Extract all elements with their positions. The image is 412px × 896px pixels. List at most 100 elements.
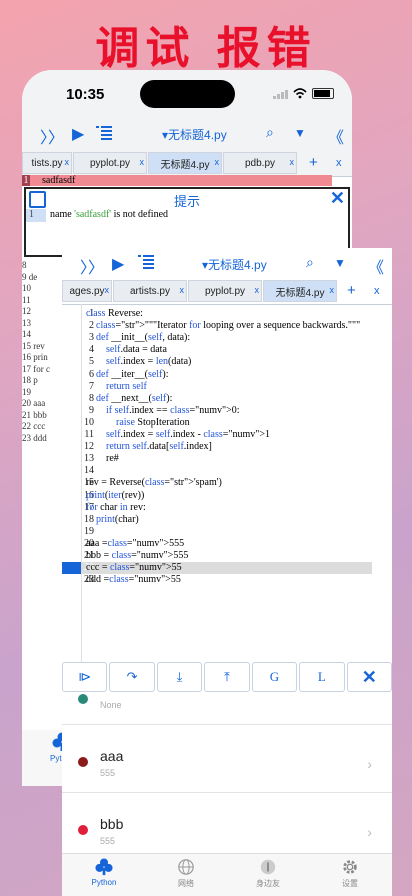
line-text: re# [86,453,119,465]
line-text: class Reverse: [86,308,143,319]
tab-untitled4[interactable]: 无标题4.py x [148,152,222,174]
close-all-icon[interactable]: x [336,157,342,169]
front-phone-screen: 〉〉 ▶ ▾无标题4.py ⌕ ▼ 《 ages.py x artists.py x… [62,248,392,896]
list-item[interactable]: aaa 555 › [62,724,392,793]
error-prompt-dialog: 提示 ✕ 1 name 'sadfasdf' is not defined [24,187,350,257]
close-icon[interactable]: x [105,285,110,295]
tab-artists[interactable]: artists.py x [113,280,187,302]
line-text: bbb = class="numv">555 [86,550,189,561]
python-icon [95,858,113,876]
close-icon[interactable]: x [255,285,260,295]
step-down-button[interactable]: ⤓ [156,662,203,692]
variable-value: 555 [100,768,116,778]
line-text: rev = Reverse(class="str">'spam') [86,477,222,489]
close-icon[interactable]: x [65,157,70,167]
tab-label: tists.py [31,157,63,169]
collapse-icon[interactable]: 《 [368,254,384,278]
close-icon[interactable]: x [215,157,220,167]
code-line: 4 self.data = data [62,344,372,356]
code-line: 23 ddd =class="numv">55 [62,574,372,586]
prompt-line-number: 1 [26,209,46,222]
tab-artists[interactable]: tists.py x [22,152,72,174]
triangle-down-icon[interactable]: ▼ [334,256,346,270]
code-line: 16 print(iter(rev)) [62,490,372,502]
variable-dot [78,825,88,835]
close-icon[interactable]: x [290,157,295,167]
globals-button[interactable]: G [251,662,298,692]
close-icon: ✕ [361,666,377,687]
search-icon[interactable]: ⌕ [266,124,274,141]
debug-toolbar: ⧐ ↷ ⤓ ⤒ G L ✕ [62,662,392,694]
triangle-down-icon[interactable]: ▼ [294,126,306,140]
line-number: 19 [84,525,94,537]
close-icon[interactable]: ✕ [330,188,345,209]
tab-nearby[interactable]: 身边友 [238,858,298,889]
code-line: 10 [22,283,31,293]
code-editor[interactable]: 1 class Reverse: 2 class="str">"""Iterator… [62,304,392,674]
line-text: return self.data[self.index] [106,441,212,453]
close-icon[interactable]: x [180,285,185,295]
tab-pyplot[interactable]: pyplot.py x [73,152,147,174]
close-all-icon[interactable]: x [374,285,380,297]
code-line: 11 self.index = self.index - class="numv… [62,429,372,441]
list-icon[interactable] [138,255,154,269]
tab-python-label[interactable]: Pyt [50,754,62,763]
tab-pyplot[interactable]: pyplot.py x [188,280,262,302]
status-icons [273,88,334,99]
battery-icon [312,88,334,99]
line-text: def __next__(self): [96,392,173,404]
list-icon[interactable] [96,126,112,140]
filename-label[interactable]: ▾无标题4.py [202,256,267,273]
tab-python[interactable]: Python [74,858,134,887]
code-line: 19 [22,386,31,397]
tab-untitled4[interactable]: 无标题4.py x [263,280,337,302]
tab-network[interactable]: 网络 [156,858,216,889]
step-into-icon: ⧐ [78,669,92,684]
list-item[interactable]: None [62,694,392,725]
prompt-message-line: 1 name 'sadfasdf' is not defined [26,209,348,222]
run-icon[interactable]: ▶ [72,124,84,144]
line-text: def __init__(self, data): [96,332,191,344]
search-icon[interactable]: ⌕ [306,254,314,271]
line-text: print(iter(rev)) [86,489,145,501]
code-line: 8 [22,260,27,270]
line-text: self.index = self.index - class="numv">1 [106,429,270,440]
prompt-msg-pre: name [50,209,75,220]
close-icon[interactable]: x [330,285,335,295]
line-text: return self [106,380,147,392]
step-up-button[interactable]: ⤒ [204,662,250,692]
error-line-number: 1 [22,175,30,186]
code-line: 22 ccc [22,421,46,431]
line-text: raise StopIteration [116,416,190,428]
expand-icon[interactable]: 〉〉 [40,124,64,148]
error-line-text: sadfasdf [42,175,76,186]
run-icon[interactable]: ▶ [112,254,124,274]
tab-label: 无标题4.py [275,287,325,299]
gear-icon [343,860,357,874]
add-tab-icon[interactable]: + [347,282,356,299]
code-line: 5 self.index = len(data) [62,356,372,368]
code-line: 18 p [22,375,38,385]
close-icon[interactable]: x [140,157,145,167]
step-into-button[interactable]: ⧐ [62,662,108,692]
line-text: self.data = data [106,344,167,356]
locals-button[interactable]: L [299,662,345,692]
code-line: 21 bbb = class="numv">555 [62,550,372,562]
filename-label[interactable]: ▾无标题4.py [162,126,227,143]
tab-images[interactable]: ages.py x [62,280,112,302]
variable-name: aaa [100,748,124,764]
line-text: ccc = class="numv">55 [86,562,182,574]
tab-settings[interactable]: 设置 [320,858,380,889]
step-down-icon: ⤓ [176,669,183,684]
tab-pdb[interactable]: pdb.py x [223,152,297,174]
code-line: 8 def __next__(self): [62,393,372,405]
close-debug-button[interactable]: ✕ [346,662,392,692]
add-tab-icon[interactable]: + [309,154,318,171]
tab-label: pyplot.py [89,157,131,169]
step-over-button[interactable]: ↷ [109,662,155,692]
list-item[interactable]: bbb 555 › [62,792,392,861]
collapse-icon[interactable]: 《 [328,124,344,148]
expand-icon[interactable]: 〉〉 [80,254,104,278]
code-line: 20 aaa [22,398,46,408]
variable-name: bbb [100,816,124,832]
